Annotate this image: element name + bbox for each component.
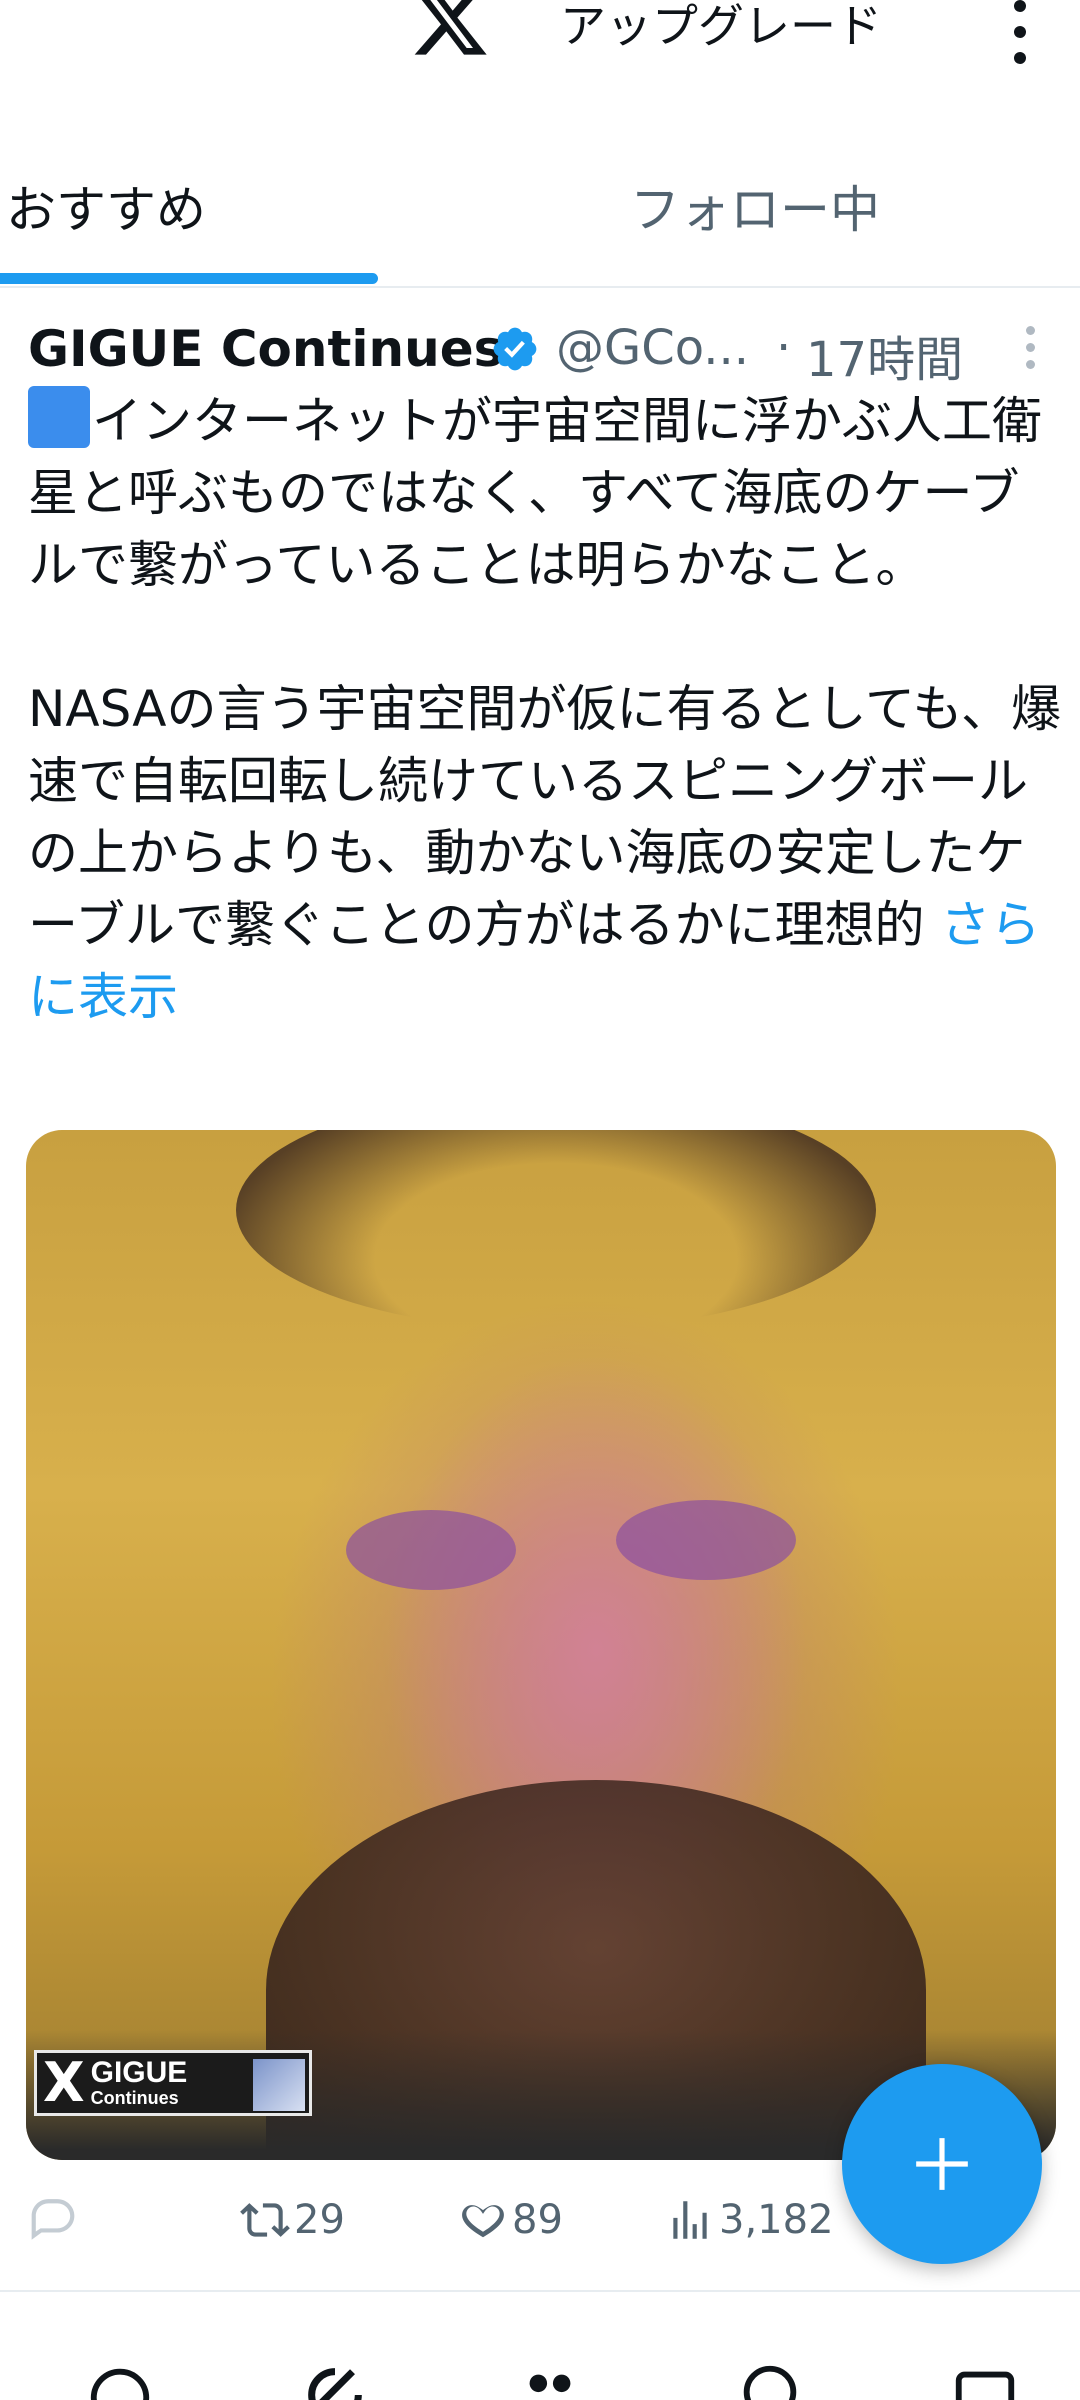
tweet-time[interactable]: 17時間: [806, 320, 963, 390]
active-tab-indicator: [0, 273, 378, 284]
retweet-icon: [240, 2203, 290, 2237]
like-count: 89: [512, 2197, 563, 2243]
blue-square-emoji-icon: [28, 386, 90, 448]
bottom-navigation: [0, 2340, 1080, 2400]
tab-recommended[interactable]: おすすめ: [6, 170, 206, 242]
tab-following[interactable]: フォロー中: [630, 170, 880, 242]
tweet-video[interactable]: X GIGUE Continues: [26, 1130, 1056, 2160]
messages-icon[interactable]: [950, 2360, 1020, 2400]
separator-dot: ·: [776, 320, 792, 376]
more-vertical-icon[interactable]: [1000, 0, 1040, 64]
x-logo-icon[interactable]: [410, 0, 490, 62]
retweet-count: 29: [294, 2197, 345, 2243]
tweet-header: GIGUE Continues @GCo... · 17時間: [28, 320, 1058, 388]
tweet-card[interactable]: GIGUE Continues @GCo... · 17時間 インターネットが宇…: [0, 290, 1080, 2270]
communities-icon[interactable]: [515, 2360, 585, 2400]
upgrade-button[interactable]: アップグレード: [560, 0, 882, 56]
retweet-button[interactable]: 29: [240, 2190, 345, 2250]
watermark-x: X: [43, 2051, 85, 2114]
views-count: 3,182: [719, 2197, 834, 2243]
author-name[interactable]: GIGUE Continues: [28, 320, 503, 378]
like-button[interactable]: 89: [458, 2190, 563, 2250]
views-button[interactable]: 3,182: [665, 2190, 834, 2250]
tweet-more-icon[interactable]: [1020, 326, 1040, 376]
tweet-text-para2: NASAの言う宇宙空間が仮に有るとしても、爆速で自転回転し続けているスピニングボ…: [28, 680, 1061, 954]
timeline-tabs: おすすめ フォロー中: [0, 150, 1080, 288]
tweet-text-para1: インターネットが宇宙空間に浮かぶ人工衛星と呼ぶものではなく、すべて海底のケーブル…: [28, 392, 1042, 594]
tweet-text: インターネットが宇宙空間に浮かぶ人工衛星と呼ぶものではなく、すべて海底のケーブル…: [28, 385, 1068, 1033]
notifications-icon[interactable]: [735, 2360, 805, 2400]
reply-icon: [31, 2199, 75, 2240]
reply-button[interactable]: [28, 2190, 82, 2250]
video-eye-left: [346, 1510, 516, 1590]
watermark-line2: Continues: [90, 2088, 179, 2108]
video-eye-right: [616, 1500, 796, 1580]
home-icon[interactable]: [85, 2360, 155, 2400]
watermark-line1: GIGUE: [90, 2056, 188, 2089]
plus-icon: [916, 2138, 968, 2190]
top-bar: アップグレード: [0, 0, 1080, 110]
compose-post-button[interactable]: [842, 2064, 1042, 2264]
tweet-divider: [0, 2290, 1080, 2292]
verified-badge-icon: [493, 327, 537, 371]
author-handle[interactable]: @GCo...: [556, 320, 749, 376]
heart-icon: [462, 2205, 504, 2238]
watermark-wing-icon: [253, 2059, 305, 2111]
video-watermark-logo: X GIGUE Continues: [34, 2050, 312, 2116]
views-chart-icon: [673, 2201, 707, 2239]
grok-icon[interactable]: [300, 2360, 370, 2400]
